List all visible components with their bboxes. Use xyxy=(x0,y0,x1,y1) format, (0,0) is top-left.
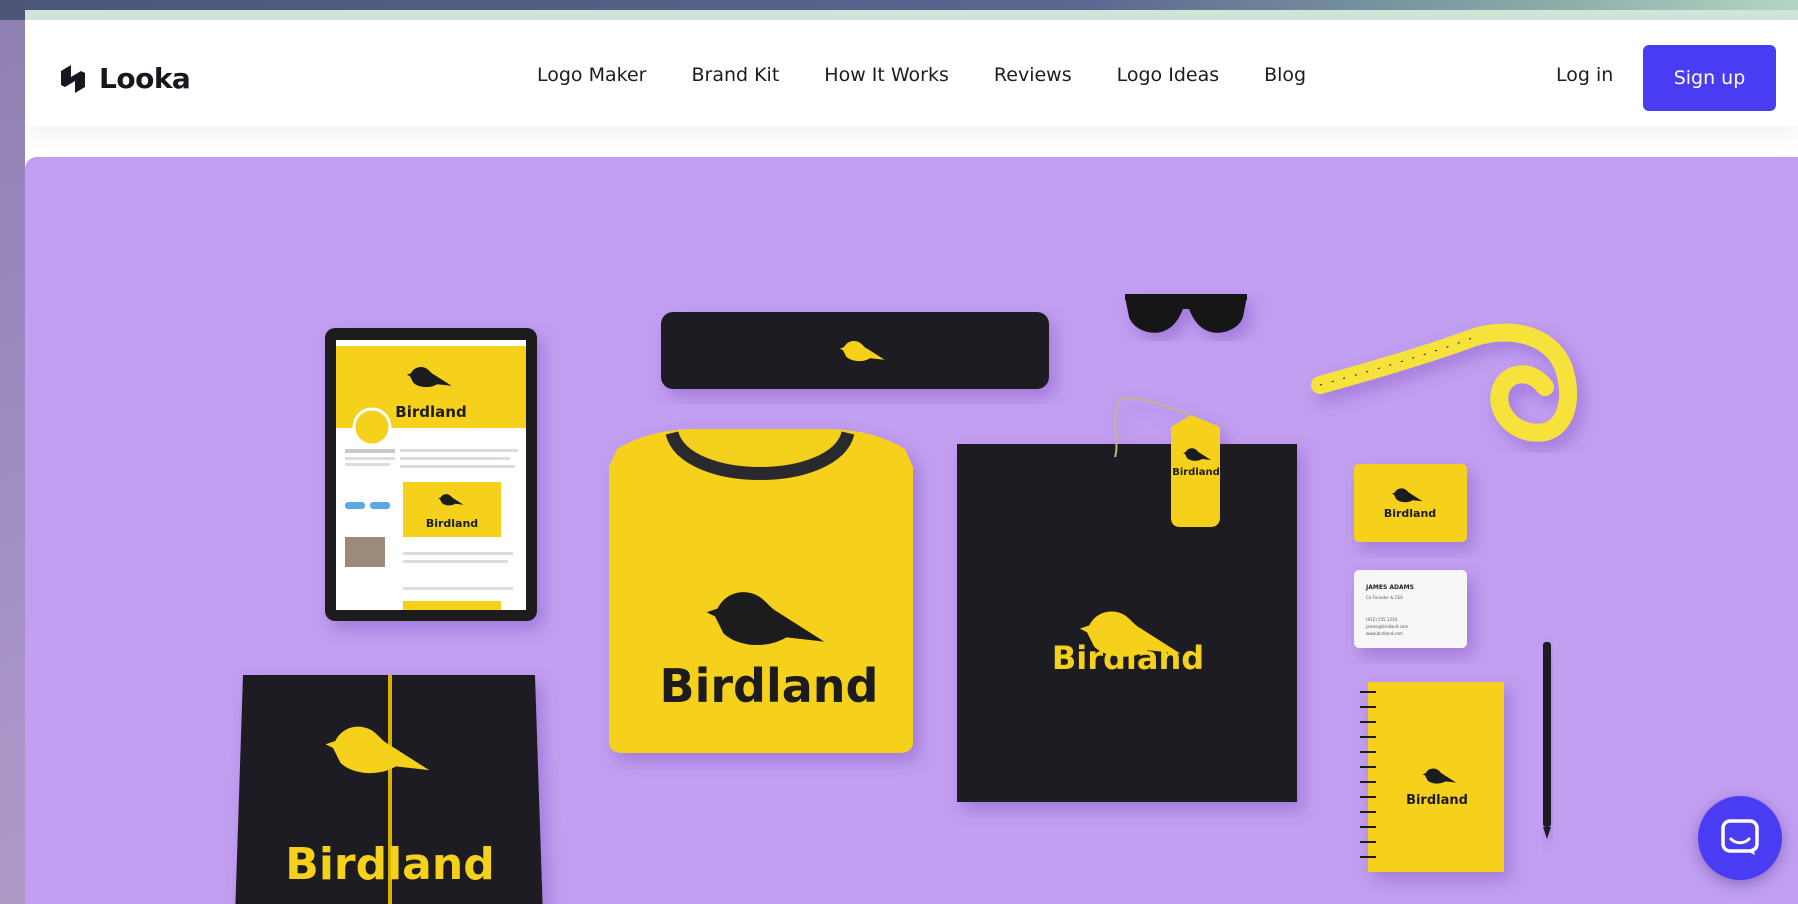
tablet-post-brand-text: Birdland xyxy=(426,517,478,530)
brand-mockup-illustration: Birdland Birdland Birdland Birdland Bird… xyxy=(235,294,1578,904)
notebook-mockup: Birdland xyxy=(1360,682,1504,872)
looka-logo-icon xyxy=(61,64,85,93)
looka-logo[interactable]: Looka xyxy=(57,62,191,95)
site-header: Looka Logo Maker Brand Kit How It Works … xyxy=(25,20,1798,126)
pen-mockup xyxy=(1543,642,1551,839)
chat-launcher-button[interactable] xyxy=(1698,796,1782,880)
login-link[interactable]: Log in xyxy=(1556,64,1613,86)
card-holder-phone: (912) 555 1234 xyxy=(1366,617,1398,622)
card-holder-email: james@birdland.com xyxy=(1365,624,1408,629)
signup-button[interactable]: Sign up xyxy=(1643,45,1776,111)
sunglasses-mockup xyxy=(1125,294,1247,333)
brand-name: Looka xyxy=(99,62,191,95)
main-nav: Logo Maker Brand Kit How It Works Review… xyxy=(537,64,1306,86)
shopping-bag-mockup: Birdland Birdland xyxy=(957,397,1297,802)
package-mockup: Birdland xyxy=(235,675,543,904)
card-holder-name: JAMES ADAMS xyxy=(1365,584,1414,591)
business-card-back-mockup: JAMES ADAMS Co-Founder & CEO (912) 555 1… xyxy=(1354,570,1467,648)
nav-logo-ideas[interactable]: Logo Ideas xyxy=(1117,64,1220,86)
tablet-brand-text: Birdland xyxy=(395,403,466,421)
tshirt-brand-text: Birdland xyxy=(660,659,879,713)
business-card-front-mockup: Birdland xyxy=(1354,464,1467,542)
tag-brand-text: Birdland xyxy=(1172,467,1220,478)
hero-brand-mockup: Birdland Birdland Birdland Birdland Bird… xyxy=(25,157,1798,904)
tablet-mockup: Birdland Birdland xyxy=(325,328,537,621)
card-brand-text: Birdland xyxy=(1384,507,1436,520)
nav-reviews[interactable]: Reviews xyxy=(994,64,1072,86)
card-holder-web: www.birdland.com xyxy=(1366,631,1403,636)
nav-brand-kit[interactable]: Brand Kit xyxy=(691,64,779,86)
measuring-tape-mockup xyxy=(1311,323,1578,442)
notebook-brand-text: Birdland xyxy=(1406,793,1468,808)
bag-brand-text: Birdland xyxy=(1052,639,1204,677)
nav-how-it-works[interactable]: How It Works xyxy=(824,64,949,86)
browser-window: Looka Logo Maker Brand Kit How It Works … xyxy=(25,10,1798,904)
nav-blog[interactable]: Blog xyxy=(1264,64,1306,86)
chat-bubble-icon xyxy=(1721,819,1759,855)
tshirt-mockup: Birdland xyxy=(609,429,913,753)
tube-mockup xyxy=(661,312,1049,389)
card-holder-title: Co-Founder & CEO xyxy=(1366,595,1403,600)
nav-logo-maker[interactable]: Logo Maker xyxy=(537,64,646,86)
package-brand-text: Birdland xyxy=(285,839,494,890)
